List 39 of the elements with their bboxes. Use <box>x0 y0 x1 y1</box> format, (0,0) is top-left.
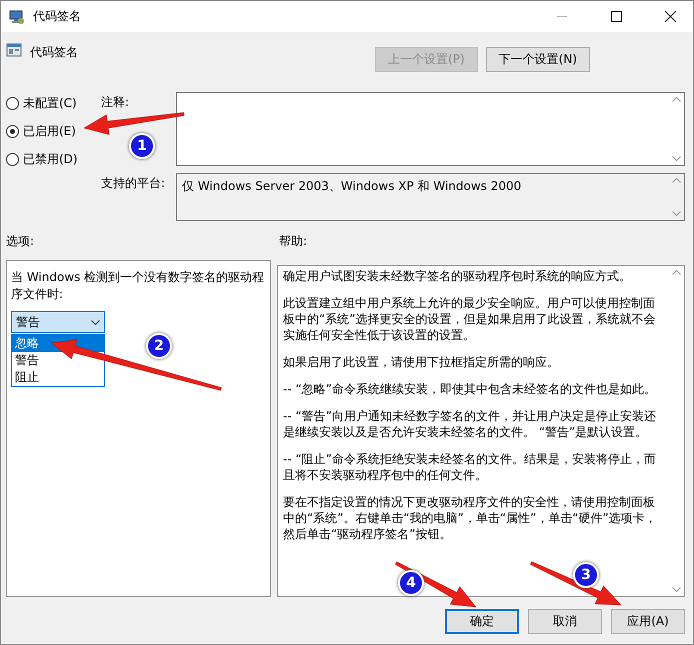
caret-icon <box>91 320 100 324</box>
radio-button[interactable] <box>6 124 19 138</box>
ok-button[interactable]: 确定 <box>445 609 519 634</box>
scroll-down-icon[interactable] <box>672 587 680 592</box>
radio-label[interactable]: 未配置(C) <box>23 94 77 112</box>
help-paragraph: 确定用户试图安装未经数字签名的驱动程序包时系统的响应方式。 <box>283 268 632 284</box>
help-paragraph: -- “阻止”命令系统拒绝安装未经签名的文件。结果是，安装将停止，而且将不安装驱动程序包中的任何文件。 <box>283 451 657 483</box>
computer-icon <box>9 8 25 24</box>
help-paragraph: -- “忽略”命令系统继续安装，即使其中包含未经签名的文件也是如此。 <box>283 381 657 397</box>
options-label: 选项: <box>6 233 36 250</box>
help-paragraph: -- “警告”向用户通知未经数字签名的文件，并让用户决定是停止安装还是继续安装以及是否允许安装未经签名的文件。 “警告”是默认设置。 <box>283 408 657 440</box>
radio-button[interactable] <box>6 152 19 166</box>
help-paragraph: 如果启用了此设置，请使用下拉框指定所需的响应。 <box>283 354 560 370</box>
step-number-badge: 1 <box>129 133 155 159</box>
scroll-up-icon[interactable] <box>672 97 680 102</box>
window-title: 代码签名 <box>33 8 82 25</box>
maximize-icon[interactable] <box>610 11 622 22</box>
close-icon[interactable] <box>664 11 676 22</box>
policy-icon <box>6 42 22 58</box>
apply-button[interactable]: 应用(A) <box>611 609 685 634</box>
next-setting-button[interactable]: 下一个设置(N) <box>486 47 590 72</box>
cancel-button[interactable]: 取消 <box>528 609 602 634</box>
help-label: 帮助: <box>279 233 308 250</box>
scroll-up-icon[interactable] <box>672 270 680 275</box>
comment-label: 注释: <box>101 94 130 111</box>
scroll-up-icon[interactable] <box>672 178 680 183</box>
platform-text: 仅 Windows Server 2003、Windows XP 和 Windows 2000 <box>181 178 522 195</box>
policy-title: 代码签名 <box>30 44 79 61</box>
radio-label[interactable]: 已启用(E) <box>23 122 76 140</box>
dropdown[interactable]: 警告 <box>11 311 105 333</box>
help-paragraph: 此设置建立组中用户系统上允许的最少安全响应。用户可以使用控制面板中的“系统”选择更安全的设置，但是如果启用了此设置，系统就不会实施任何安全性低于该设置的设置。 <box>283 295 656 343</box>
options-prompt: 当 Windows 检测到一个没有数字签名的驱动程序文件时: <box>11 269 266 303</box>
radio-label[interactable]: 已禁用(D) <box>23 150 78 168</box>
platform-label: 支持的平台: <box>101 175 166 192</box>
help-paragraph: 要在不指定设置的情况下更改驱动程序文件的安全性，请使用控制面板中的“系统”。右键单击“我的电脑”，单击“属性”，单击“硬件”选项卡，然后单击“驱动程序签名”按钮。 <box>283 494 658 542</box>
scroll-down-icon[interactable] <box>672 156 680 161</box>
comment-field[interactable] <box>176 92 685 166</box>
scroll-down-icon[interactable] <box>672 211 680 216</box>
radio-button[interactable] <box>6 96 19 110</box>
